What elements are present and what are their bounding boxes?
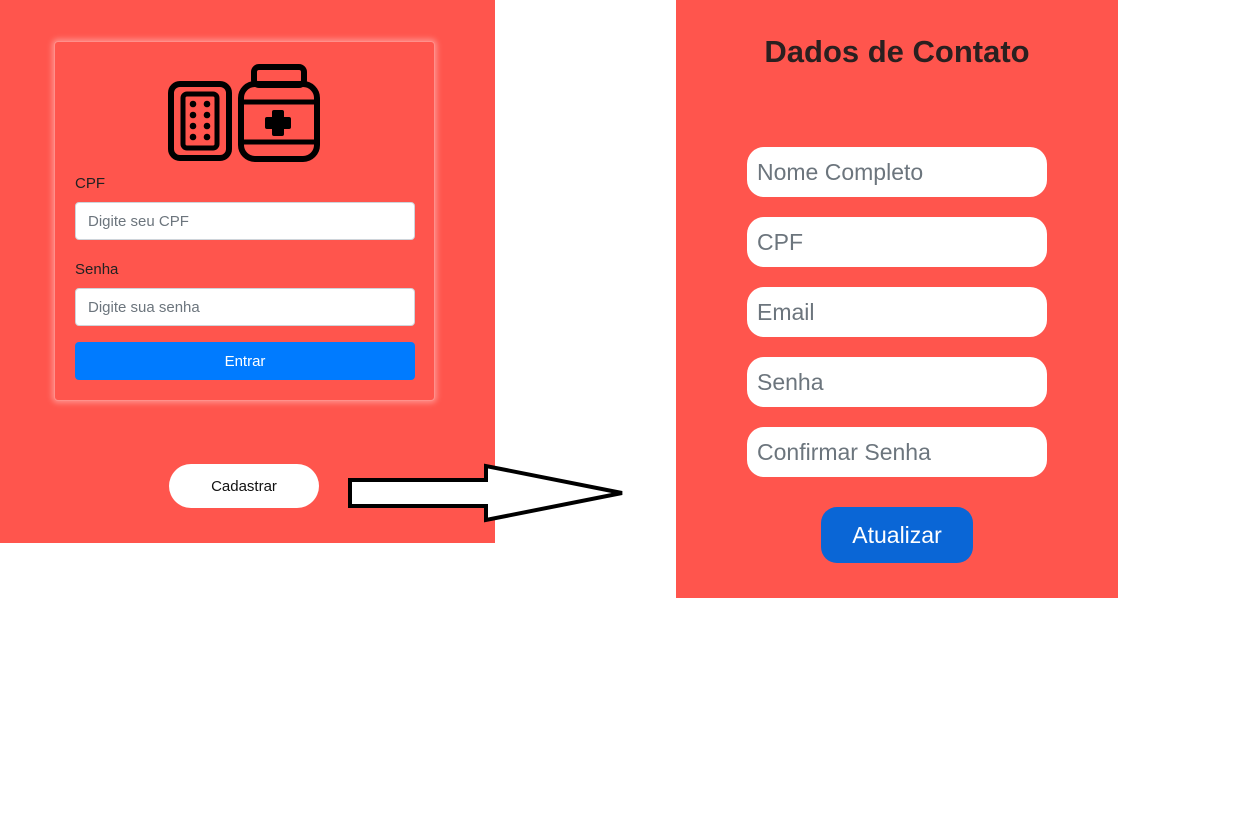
cpf-input[interactable] (75, 202, 415, 240)
contact-panel: Dados de Contato Atualizar (676, 0, 1118, 598)
login-card: CPF Senha Entrar (54, 41, 435, 401)
email-field[interactable] (747, 287, 1047, 337)
nome-completo-input[interactable] (747, 147, 1047, 197)
senha-field[interactable] (747, 357, 1047, 407)
cadastrar-button[interactable]: Cadastrar (169, 464, 319, 508)
cpf-label: CPF (75, 175, 105, 192)
entrar-button[interactable]: Entrar (75, 342, 415, 380)
senha-label: Senha (75, 261, 119, 278)
right-arrow-icon (348, 463, 623, 523)
confirmar-senha-field[interactable] (747, 427, 1047, 477)
atualizar-button[interactable]: Atualizar (821, 507, 973, 563)
senha-input[interactable] (75, 288, 415, 326)
cpf-field[interactable] (747, 217, 1047, 267)
page-title: Dados de Contato (764, 34, 1030, 69)
pills-and-medicine-bottle-icon (168, 64, 320, 162)
